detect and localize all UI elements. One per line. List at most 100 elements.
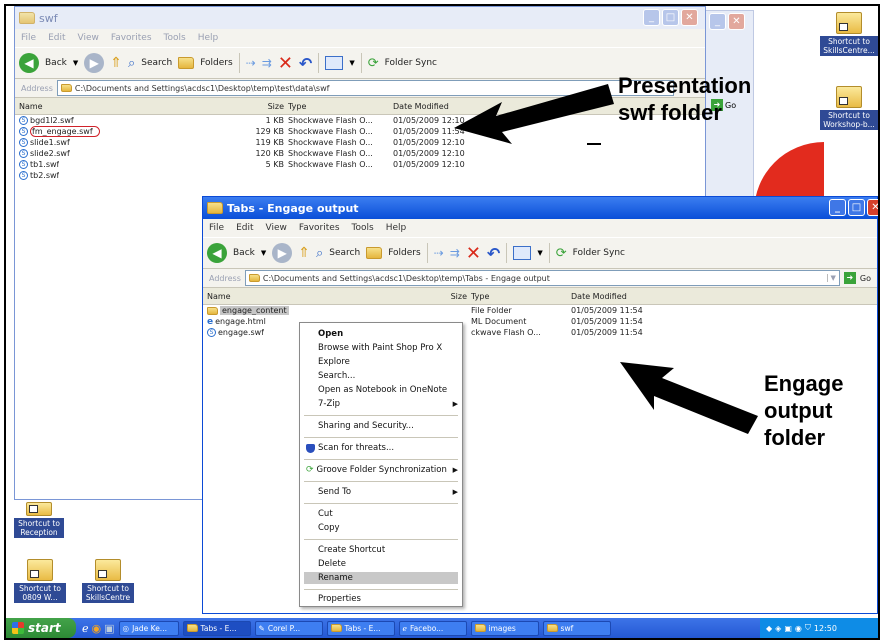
- copy-to-icon[interactable]: ⇉: [450, 246, 460, 260]
- menu-item-groove[interactable]: ⟳ Groove Folder Synchronization ▶: [306, 464, 458, 476]
- menu-help[interactable]: Help: [198, 33, 219, 43]
- dropdown-icon[interactable]: ▼: [349, 59, 354, 67]
- menu-file[interactable]: File: [209, 223, 224, 233]
- column-size[interactable]: Size: [234, 102, 288, 111]
- dropdown-icon[interactable]: ▼: [261, 249, 266, 257]
- file-row[interactable]: Sslide2.swf 120 KB Shockwave Flash O... …: [15, 148, 705, 159]
- column-name[interactable]: Name: [203, 292, 407, 301]
- taskbar-item[interactable]: swf: [542, 620, 611, 636]
- menu-item-cut[interactable]: Cut: [318, 508, 458, 520]
- views-icon[interactable]: [513, 246, 532, 260]
- menu-help[interactable]: Help: [386, 223, 407, 233]
- menu-item-delete[interactable]: Delete: [318, 558, 458, 570]
- column-date[interactable]: Date Modified: [393, 102, 493, 111]
- up-folder-icon[interactable]: ⇑: [298, 245, 310, 261]
- folder-sync-button[interactable]: Folder Sync: [573, 248, 625, 258]
- copy-to-icon[interactable]: ⇉: [262, 56, 272, 70]
- dropdown-icon[interactable]: ▼: [537, 249, 542, 257]
- file-row[interactable]: Stb2.swf: [15, 170, 705, 181]
- views-icon[interactable]: [325, 56, 344, 70]
- search-button[interactable]: Search: [329, 248, 360, 258]
- menu-item-create-shortcut[interactable]: Create Shortcut: [318, 544, 458, 556]
- move-to-icon[interactable]: ⇢: [246, 56, 256, 70]
- go-button[interactable]: Go: [860, 274, 877, 283]
- search-button[interactable]: Search: [141, 58, 172, 68]
- file-row[interactable]: Sslide1.swf 119 KB Shockwave Flash O... …: [15, 137, 705, 148]
- menu-edit[interactable]: Edit: [236, 223, 253, 233]
- folders-button[interactable]: Folders: [388, 248, 421, 258]
- menu-item-7zip[interactable]: 7-Zip ▶: [318, 398, 458, 410]
- folder-sync-button[interactable]: Folder Sync: [385, 58, 437, 68]
- minimize-icon[interactable]: _: [829, 199, 846, 216]
- address-dropdown-icon[interactable]: ▼: [826, 274, 839, 282]
- menu-item-scan[interactable]: Scan for threats...: [306, 442, 458, 454]
- menu-item-properties[interactable]: Properties: [318, 593, 458, 605]
- menu-favorites[interactable]: Favorites: [111, 33, 152, 43]
- menu-view[interactable]: View: [78, 33, 99, 43]
- tray-shield-icon[interactable]: ⛉: [805, 623, 811, 633]
- maximize-icon[interactable]: □: [848, 199, 865, 216]
- menu-item-explore[interactable]: Explore: [318, 356, 458, 368]
- back-button[interactable]: Back: [45, 58, 67, 68]
- tray-icon[interactable]: ◆: [766, 624, 772, 633]
- column-date[interactable]: Date Modified: [571, 292, 671, 301]
- file-row[interactable]: Sfm_engage.swf 129 KB Shockwave Flash O.…: [15, 126, 705, 137]
- undo-icon[interactable]: ↶: [299, 54, 312, 73]
- ie-icon[interactable]: ℯ: [82, 622, 89, 635]
- menu-item-onenote[interactable]: Open as Notebook in OneNote: [318, 384, 458, 396]
- tray-icon[interactable]: ▣: [784, 624, 792, 633]
- menu-item-search[interactable]: Search...: [318, 370, 458, 382]
- move-to-icon[interactable]: ⇢: [434, 246, 444, 260]
- tray-icon[interactable]: ◉: [795, 624, 802, 633]
- taskbar-item[interactable]: images: [470, 620, 539, 636]
- close-icon[interactable]: ✕: [728, 13, 745, 30]
- taskbar-item[interactable]: ◎ Jade Ke...: [118, 620, 179, 636]
- desktop-shortcut-skillscentre[interactable]: Shortcut to SkillsCentre...: [820, 12, 878, 56]
- menu-tools[interactable]: Tools: [352, 223, 374, 233]
- file-row[interactable]: Sbgd1l2.swf 1 KB Shockwave Flash O... 01…: [15, 115, 705, 126]
- file-row[interactable]: engage_content File Folder 01/05/2009 11…: [203, 305, 877, 316]
- delete-icon[interactable]: ✕: [466, 243, 481, 264]
- taskbar-item[interactable]: Tabs - E...: [326, 620, 395, 636]
- up-folder-icon[interactable]: ⇑: [110, 55, 122, 71]
- minimize-icon[interactable]: _: [643, 9, 660, 26]
- menu-item-copy[interactable]: Copy: [318, 522, 458, 534]
- menu-item-browse-psp[interactable]: Browse with Paint Shop Pro X: [318, 342, 458, 354]
- desktop-shortcut-0809[interactable]: Shortcut to 0809 W...: [14, 559, 66, 603]
- menu-view[interactable]: View: [266, 223, 287, 233]
- folders-button[interactable]: Folders: [200, 58, 233, 68]
- column-size[interactable]: Size: [407, 292, 471, 301]
- go-arrow-icon[interactable]: ➜: [843, 272, 856, 284]
- app-icon[interactable]: ▣: [104, 622, 114, 635]
- address-field[interactable]: C:\Documents and Settings\acdsc1\Desktop…: [56, 80, 674, 96]
- back-button[interactable]: Back: [233, 248, 255, 258]
- back-arrow-icon[interactable]: ◀: [207, 243, 227, 263]
- desktop-shortcut-skillscentre-2[interactable]: Shortcut to SkillsCentre: [82, 559, 134, 603]
- forward-arrow-icon[interactable]: ▶: [84, 53, 105, 73]
- address-field[interactable]: C:\Documents and Settings\acdsc1\Desktop…: [244, 270, 840, 286]
- menu-tools[interactable]: Tools: [164, 33, 186, 43]
- desktop-shortcut-workshop[interactable]: Shortcut to Workshop-b...: [820, 86, 878, 130]
- menu-item-open[interactable]: Open: [318, 328, 458, 340]
- minimize-icon[interactable]: _: [709, 13, 726, 30]
- column-name[interactable]: Name: [15, 102, 234, 111]
- maximize-icon[interactable]: □: [662, 9, 679, 26]
- close-icon[interactable]: ✕: [681, 9, 698, 26]
- desktop-shortcut-reception[interactable]: Shortcut to Reception: [14, 502, 64, 538]
- delete-icon[interactable]: ✕: [278, 53, 293, 74]
- column-type[interactable]: Type: [288, 102, 393, 111]
- taskbar-item-active[interactable]: Tabs - E...: [182, 620, 251, 636]
- firefox-icon[interactable]: ◉: [92, 622, 102, 635]
- dropdown-icon[interactable]: ▼: [73, 59, 78, 67]
- menu-file[interactable]: File: [21, 33, 36, 43]
- forward-arrow-icon[interactable]: ▶: [272, 243, 293, 263]
- menu-favorites[interactable]: Favorites: [299, 223, 340, 233]
- close-icon[interactable]: ✕: [867, 199, 878, 216]
- taskbar-item[interactable]: ℯ Facebo...: [398, 620, 467, 636]
- back-arrow-icon[interactable]: ◀: [19, 53, 39, 73]
- menu-item-rename[interactable]: Rename: [304, 572, 458, 584]
- menu-edit[interactable]: Edit: [48, 33, 65, 43]
- taskbar-item[interactable]: ✎ Corel P...: [254, 620, 323, 636]
- menu-item-send-to[interactable]: Send To ▶: [318, 486, 458, 498]
- menu-item-sharing[interactable]: Sharing and Security...: [318, 420, 458, 432]
